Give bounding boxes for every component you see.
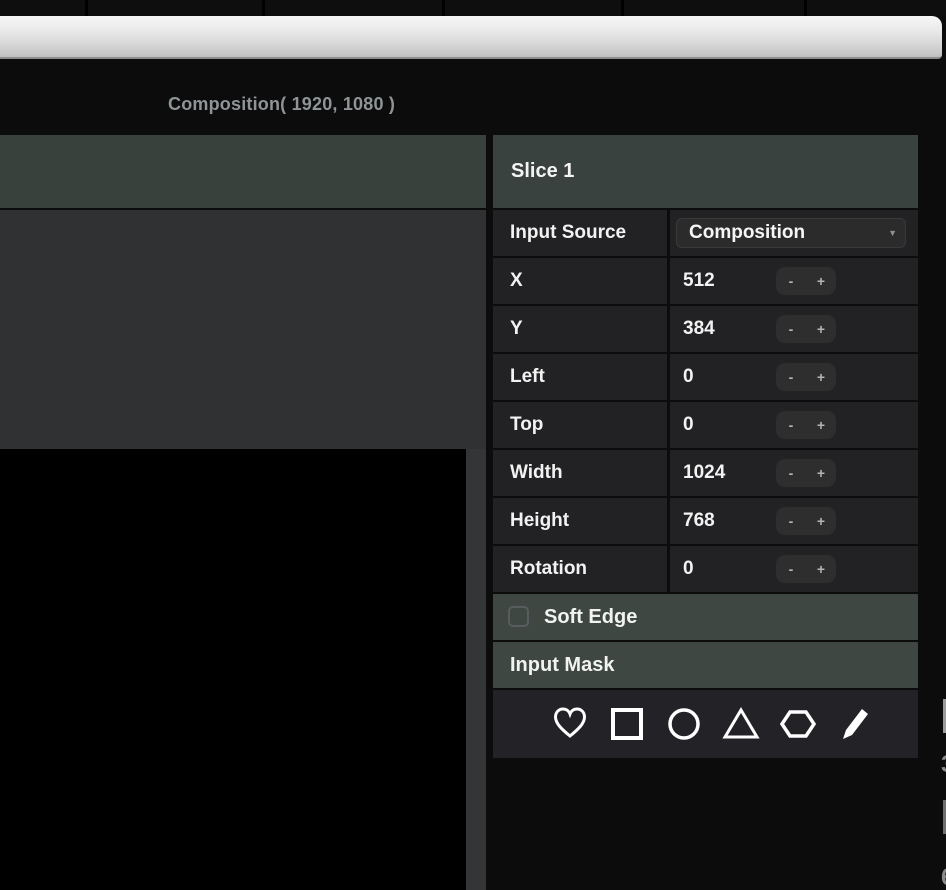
top-tab[interactable]: [88, 0, 265, 16]
field-value[interactable]: 0: [683, 366, 694, 388]
pencil-mask-button[interactable]: [837, 705, 873, 743]
advanced-output-window: Composition( 1920, 1080 ) Slice 1 Input …: [0, 0, 946, 890]
stepper-plus-button[interactable]: +: [806, 459, 836, 487]
soft-edge-row: Soft Edge: [493, 594, 918, 640]
stepper-minus-button[interactable]: -: [776, 363, 806, 391]
slice-field-row: Top 0 - +: [493, 402, 918, 448]
slice-field-row: Left 0 - +: [493, 354, 918, 400]
slice-properties-panel: Slice 1 Input Source Composition ▼ X 512…: [493, 135, 918, 758]
stepper-plus-button[interactable]: +: [806, 315, 836, 343]
soft-edge-label: Soft Edge: [544, 606, 637, 629]
value-stepper: - +: [776, 363, 836, 391]
input-source-dropdown[interactable]: Composition ▼: [676, 218, 906, 248]
stepper-plus-button[interactable]: +: [806, 363, 836, 391]
circle-mask-button[interactable]: [666, 705, 702, 743]
value-stepper: - +: [776, 411, 836, 439]
top-tab[interactable]: [445, 0, 624, 16]
value-stepper: - +: [776, 555, 836, 583]
stage-background-panel: [0, 210, 486, 449]
stepper-minus-button[interactable]: -: [776, 411, 806, 439]
stepper-minus-button[interactable]: -: [776, 315, 806, 343]
heart-mask-button[interactable]: [552, 705, 588, 743]
square-mask-button[interactable]: [609, 705, 645, 743]
input-source-value: Composition: [689, 222, 805, 244]
field-label: Height: [493, 498, 667, 544]
field-value[interactable]: 512: [683, 270, 715, 292]
value-stepper: - +: [776, 267, 836, 295]
field-label: Width: [493, 450, 667, 496]
stepper-minus-button[interactable]: -: [776, 507, 806, 535]
field-label: Top: [493, 402, 667, 448]
slice-field-row: X 512 - +: [493, 258, 918, 304]
input-source-row: Input Source Composition ▼: [493, 210, 918, 256]
value-stepper: - +: [776, 315, 836, 343]
field-value[interactable]: 768: [683, 510, 715, 532]
stage-toolbar-panel: [0, 135, 486, 208]
input-mask-label: Input Mask: [510, 654, 614, 677]
hexagon-mask-button[interactable]: [780, 705, 816, 743]
slice-title: Slice 1: [493, 135, 918, 208]
scrollbar-horizontal[interactable]: [0, 16, 942, 59]
top-tab-strip: [0, 0, 946, 16]
stepper-minus-button[interactable]: -: [776, 459, 806, 487]
slice-field-row: Rotation 0 - +: [493, 546, 918, 592]
mask-shape-toolbar: [493, 690, 918, 758]
top-tab[interactable]: [807, 0, 946, 16]
clipped-edge-digit: 3: [941, 753, 946, 777]
input-source-label: Input Source: [493, 210, 667, 256]
stepper-plus-button[interactable]: +: [806, 411, 836, 439]
heart-icon: [552, 706, 588, 742]
composition-title: Composition( 1920, 1080 ): [168, 94, 395, 115]
circle-icon: [666, 706, 702, 742]
hexagon-icon: [779, 706, 817, 742]
value-stepper: - +: [776, 507, 836, 535]
field-label: X: [493, 258, 667, 304]
field-value[interactable]: 0: [683, 558, 694, 580]
slice-field-row: Width 1024 - +: [493, 450, 918, 496]
chevron-down-icon: ▼: [888, 228, 897, 238]
field-label: Left: [493, 354, 667, 400]
square-icon: [609, 706, 645, 742]
value-stepper: - +: [776, 459, 836, 487]
stepper-plus-button[interactable]: +: [806, 507, 836, 535]
slice-field-row: Y 384 - +: [493, 306, 918, 352]
field-label: Y: [493, 306, 667, 352]
field-value[interactable]: 1024: [683, 462, 725, 484]
triangle-mask-button[interactable]: [723, 705, 759, 743]
field-value[interactable]: 384: [683, 318, 715, 340]
input-mask-header: Input Mask: [493, 642, 918, 688]
stepper-plus-button[interactable]: +: [806, 267, 836, 295]
top-tab[interactable]: [624, 0, 807, 16]
stepper-minus-button[interactable]: -: [776, 555, 806, 583]
soft-edge-checkbox[interactable]: [508, 606, 529, 627]
pencil-icon: [840, 706, 870, 742]
field-label: Rotation: [493, 546, 667, 592]
stepper-minus-button[interactable]: -: [776, 267, 806, 295]
top-tab[interactable]: [265, 0, 445, 16]
top-tab[interactable]: [0, 0, 88, 16]
slice-field-rows: X 512 - + Y 384 - + Left 0 - +: [493, 258, 918, 592]
clipped-edge-digit: 6: [941, 866, 946, 890]
triangle-icon: [722, 706, 760, 742]
stage-side-strip: [466, 449, 486, 890]
slice-field-row: Height 768 - +: [493, 498, 918, 544]
stepper-plus-button[interactable]: +: [806, 555, 836, 583]
field-value[interactable]: 0: [683, 414, 694, 436]
output-preview-canvas[interactable]: [0, 449, 466, 890]
